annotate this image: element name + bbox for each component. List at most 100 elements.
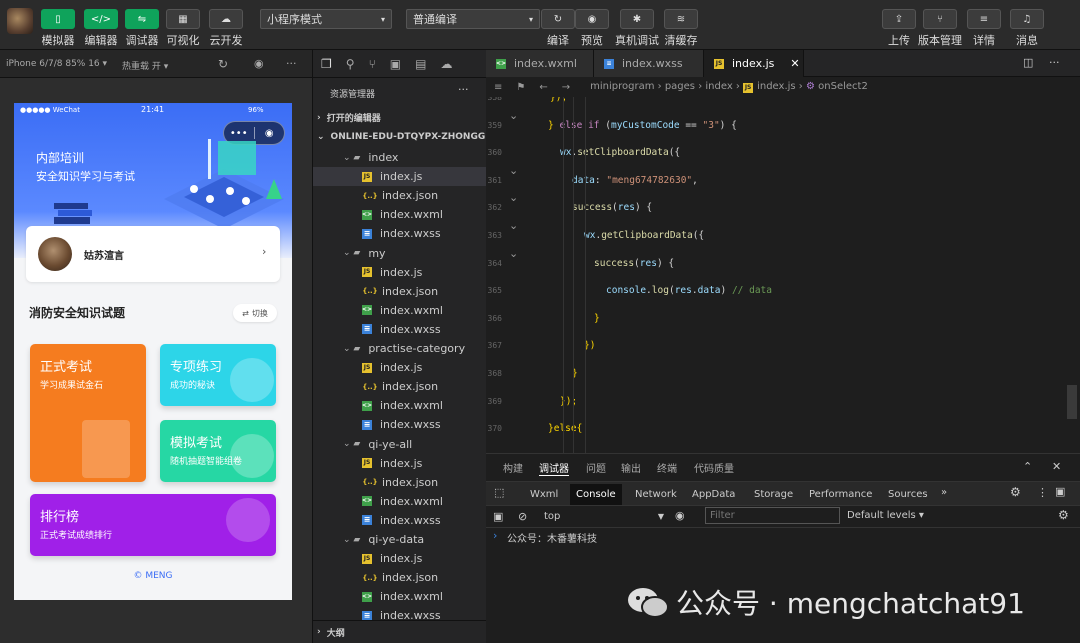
panel-tab[interactable]: 构建 [503, 460, 523, 475]
clear-console-icon[interactable]: ⊘ [518, 510, 527, 523]
bookmark-flag-icon[interactable]: ⚑ [516, 82, 525, 93]
bell-toolbar-button[interactable]: ♫ 消息 [1010, 9, 1044, 48]
fold-chevron-icon[interactable]: ⌄ [509, 247, 518, 260]
files-icon[interactable]: ❐ [321, 57, 332, 71]
folder-practise-category[interactable]: ⌄ ▰ practise-category [313, 339, 487, 358]
phone-toolbar-button[interactable]: ▯ 模拟器 [41, 9, 75, 48]
dock-icon[interactable]: ▣ [1055, 485, 1065, 498]
cloud-icon[interactable]: ☁ [440, 57, 452, 71]
explorer-more-icon[interactable]: ··· [458, 83, 469, 96]
split-editor-icon[interactable]: ◫ [1023, 56, 1033, 69]
card-1[interactable]: 专项练习 成功的秘诀 [160, 344, 276, 406]
panel-tab[interactable]: 输出 [621, 460, 641, 475]
file-index-wxml[interactable]: <> index.wxml [313, 396, 487, 415]
menu-toolbar-button[interactable]: ≡ 详情 [967, 9, 1001, 48]
file-index-wxss[interactable]: ≡ index.wxss [313, 224, 487, 243]
outline-section[interactable]: › 大纲 [313, 620, 487, 643]
code-line[interactable]: 362 success(res) { [486, 194, 1080, 221]
code-toolbar-button[interactable]: </> 编辑器 [84, 9, 118, 48]
file-index-js[interactable]: JS index.js [313, 167, 487, 187]
file-index-wxss[interactable]: ≡ index.wxss [313, 320, 487, 339]
breadcrumb-item[interactable]: index.js [757, 81, 796, 92]
hot-reload-toggle[interactable]: 热重载 开 ▾ [122, 59, 168, 72]
breadcrumb-item[interactable]: onSelect2 [818, 81, 868, 92]
filter-input[interactable] [705, 507, 840, 524]
breadcrumb-item[interactable]: miniprogram [590, 81, 654, 92]
folder-qi-ye-all[interactable]: ⌄ ▰ qi-ye-all [313, 435, 487, 454]
debug-toolbar-button[interactable]: ⇋ 调试器 [125, 9, 159, 48]
code-line[interactable]: 361 data: "meng674782630", [486, 167, 1080, 194]
editor-tab-js[interactable]: JS index.js ✕ [704, 50, 804, 77]
devtools-tab-storage[interactable]: Storage [748, 484, 799, 505]
refresh-toolbar-button[interactable]: ↻ 编译 [541, 9, 575, 48]
code-line[interactable]: 363 wx.getClipboardData({ [486, 222, 1080, 249]
devtools-tab-sources[interactable]: Sources [882, 484, 934, 505]
branch-toolbar-button[interactable]: ⑂ 版本管理 [918, 9, 962, 48]
scrollbar[interactable] [1067, 385, 1077, 419]
cloud-toolbar-button[interactable]: ☁ 云开发 [209, 9, 243, 48]
devtools-tab-appdata[interactable]: AppData [686, 484, 741, 505]
file-index-wxml[interactable]: <> index.wxml [313, 301, 487, 320]
folder-my[interactable]: ⌄ ▰ my [313, 244, 487, 263]
source-control-icon[interactable]: ⑂ [369, 57, 376, 71]
editor-tab-wxss[interactable]: ≡ index.wxss [594, 50, 704, 77]
bookmark-icon[interactable]: ≡ [494, 82, 502, 93]
file-index-js[interactable]: JS index.js [313, 358, 487, 377]
kebab-menu-icon[interactable]: ⋮ [1037, 486, 1048, 499]
code-line[interactable]: 364 success(res) { [486, 250, 1080, 277]
bug-toolbar-button[interactable]: ✱ 真机调试 [615, 9, 659, 48]
back-arrow-icon[interactable]: ← [539, 82, 547, 93]
file-index-json[interactable]: {..} index.json [313, 186, 487, 205]
file-index-wxss[interactable]: ≡ index.wxss [313, 415, 487, 434]
code-line[interactable]: 359} else if (myCustomCode == "3") { [486, 112, 1080, 139]
file-index-js[interactable]: JS index.js [313, 263, 487, 282]
editor-tab-wxml[interactable]: <> index.wxml [486, 50, 594, 77]
devtools-tab-network[interactable]: Network [629, 484, 683, 505]
code-line[interactable]: 360 wx.setClipboardData({ [486, 139, 1080, 166]
fold-chevron-icon[interactable]: ⌄ [509, 164, 518, 177]
folder-qi-ye-data[interactable]: ⌄ ▰ qi-ye-data [313, 530, 487, 549]
file-index-wxml[interactable]: <> index.wxml [313, 587, 487, 606]
switch-button[interactable]: ⇄ 切换 [233, 304, 277, 322]
devtools-tab-wxml[interactable]: Wxml [524, 484, 564, 505]
app-avatar[interactable] [7, 8, 33, 34]
code-line[interactable]: 358}); [486, 97, 1080, 111]
fold-chevron-icon[interactable]: ⌄ [509, 219, 518, 232]
collapse-panel-icon[interactable]: ⌃ [1023, 460, 1032, 473]
close-panel-icon[interactable]: ✕ [1052, 460, 1061, 473]
open-editors-section[interactable]: › 打开的编辑器 [313, 108, 487, 127]
panel-tab[interactable]: 调试器 [539, 460, 569, 476]
inspect-icon[interactable]: ⬚ [494, 486, 504, 499]
extensions-icon[interactable]: ▣ [390, 57, 401, 71]
breadcrumb-item[interactable]: index [705, 81, 732, 92]
card-0[interactable]: 正式考试 学习成果试金石 [30, 344, 146, 482]
panel-tab[interactable]: 问题 [586, 460, 606, 475]
file-index-json[interactable]: {..} index.json [313, 377, 487, 396]
file-index-wxml[interactable]: <> index.wxml [313, 492, 487, 511]
layout-toolbar-button[interactable]: ▦ 可视化 [166, 9, 200, 48]
file-index-json[interactable]: {..} index.json [313, 282, 487, 301]
code-line[interactable]: 367}) [486, 332, 1080, 359]
code-line[interactable]: 366} [486, 305, 1080, 332]
code-line[interactable]: 370}else{ [486, 415, 1080, 442]
stop-icon[interactable]: ◉ [254, 57, 264, 70]
project-section[interactable]: ⌄ ONLINE-EDU-DTQYPX-ZHONGG... [313, 127, 487, 146]
file-index-json[interactable]: {..} index.json [313, 473, 487, 492]
card-3[interactable]: 排行榜 正式考试成绩排行 [30, 494, 276, 556]
editor-more-icon[interactable]: ··· [1049, 56, 1060, 69]
devtools-tab-performance[interactable]: Performance [803, 484, 878, 505]
settings-gear-icon[interactable]: ⚙ [1010, 485, 1021, 499]
layers-toolbar-button[interactable]: ≋ 清缓存 [664, 9, 698, 48]
upload-toolbar-button[interactable]: ⇪ 上传 [882, 9, 916, 48]
eye-toolbar-button[interactable]: ◉ 预览 [575, 9, 609, 48]
more-tabs-icon[interactable]: » [941, 487, 947, 498]
folder-index[interactable]: ⌄ ▰ index [313, 148, 487, 167]
panel-tab[interactable]: 终端 [657, 460, 677, 475]
sidebar-toggle-icon[interactable]: ▣ [493, 510, 503, 523]
devtools-tab-console[interactable]: Console [570, 484, 622, 505]
fold-chevron-icon[interactable]: ⌄ [509, 191, 518, 204]
eye-icon[interactable]: ◉ [675, 509, 685, 522]
file-index-js[interactable]: JS index.js [313, 454, 487, 473]
file-index-wxss[interactable]: ≡ index.wxss [313, 511, 487, 530]
close-icon[interactable]: ✕ [790, 57, 799, 70]
